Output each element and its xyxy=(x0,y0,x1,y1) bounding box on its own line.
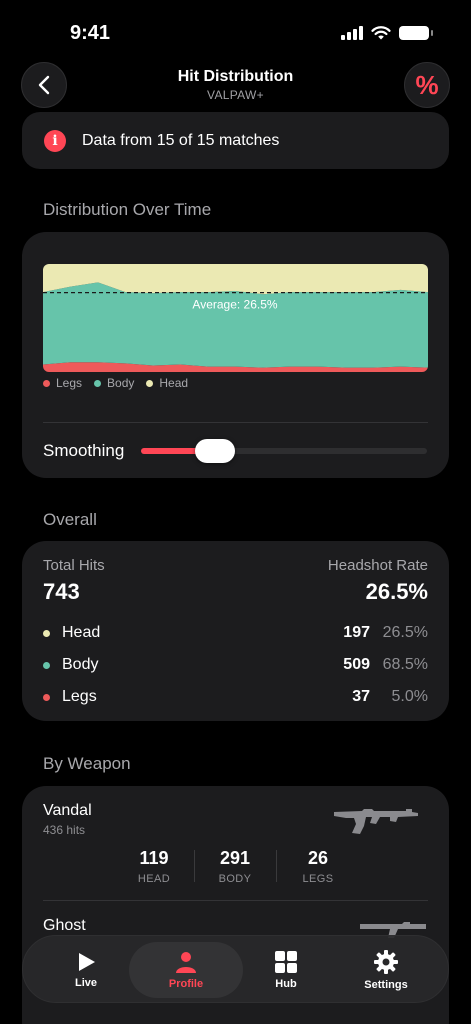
legend-label: Legs xyxy=(56,376,83,390)
body-dot xyxy=(94,379,102,387)
tab-bar: Live Profile Hub Settings xyxy=(22,935,449,1003)
legs-dot xyxy=(43,693,50,701)
headshot-rate-label: Headshot Rate xyxy=(327,557,428,574)
weapon-name-ghost: Ghost xyxy=(43,917,86,934)
legend-label: Head xyxy=(159,376,189,390)
wifi-icon xyxy=(371,26,391,40)
overall-row-head: Head 197 26.5% xyxy=(43,621,428,645)
tab-settings[interactable]: Settings xyxy=(343,942,429,998)
weapon-stat-legs: 26 LEGS xyxy=(278,848,358,885)
area-body xyxy=(43,282,428,368)
legs-dot xyxy=(43,379,50,387)
page-title: Hit Distribution xyxy=(177,68,294,85)
row-label: Head xyxy=(62,624,101,641)
overall-row-body: Body 509 68.5% xyxy=(43,653,428,677)
battery-icon xyxy=(399,26,433,40)
row-count: 37 xyxy=(352,688,370,705)
by-weapon-section-title: By Weapon xyxy=(43,754,131,773)
smoothing-slider-thumb[interactable] xyxy=(195,439,236,463)
legend-item-head: Head xyxy=(146,376,188,390)
weapon-name-vandal: Vandal xyxy=(43,802,92,819)
total-hits-label: Total Hits xyxy=(43,557,105,574)
gear-icon xyxy=(374,950,398,974)
info-banner: i Data from 15 of 15 matches xyxy=(22,112,449,169)
headshot-rate-value: 26.5% xyxy=(365,579,428,604)
overall-section-title: Overall xyxy=(43,510,97,529)
status-time: 9:41 xyxy=(70,22,111,44)
status-bar: 9:41 xyxy=(0,0,471,60)
divider xyxy=(43,900,428,901)
stat-value: 26 xyxy=(307,848,329,868)
distribution-chart: Average: 26.5% xyxy=(43,264,428,372)
row-percent: 68.5% xyxy=(382,656,428,673)
row-label: Body xyxy=(62,656,99,673)
tab-label: Hub xyxy=(275,978,297,990)
tab-label: Settings xyxy=(364,979,408,991)
head-dot xyxy=(43,629,50,637)
legend-item-body: Body xyxy=(94,376,134,390)
play-icon xyxy=(79,953,95,971)
tab-profile[interactable]: Profile xyxy=(129,942,243,998)
row-label: Legs xyxy=(62,688,97,705)
tab-live[interactable]: Live xyxy=(43,942,129,998)
weapon-stat-head: 119 HEAD xyxy=(114,848,194,885)
divider xyxy=(43,422,428,423)
smoothing-slider[interactable] xyxy=(141,439,427,463)
row-percent: 5.0% xyxy=(391,688,428,705)
percent-toggle-button[interactable]: % xyxy=(404,62,450,108)
average-label: Average: 26.5% xyxy=(192,298,278,312)
status-icons xyxy=(341,26,433,40)
tab-label: Profile xyxy=(168,978,204,990)
cellular-signal-icon xyxy=(341,26,363,40)
page-subtitle: VALPAW+ xyxy=(207,88,264,102)
row-count: 509 xyxy=(343,656,370,673)
nav-bar: Hit Distribution VALPAW+ % xyxy=(0,62,471,110)
legend-label: Body xyxy=(107,376,135,390)
stat-separator xyxy=(276,850,277,882)
legend-item-legs: Legs xyxy=(43,376,82,390)
total-hits-value: 743 xyxy=(43,579,80,604)
overall-card: Total Hits 743 Headshot Rate 26.5% Head … xyxy=(22,541,449,721)
head-dot xyxy=(146,379,154,387)
distribution-chart-card: Average: 26.5% Legs Body Head Smoothing xyxy=(22,232,449,478)
stat-label: LEGS xyxy=(302,873,334,885)
overall-row-legs: Legs 37 5.0% xyxy=(43,685,428,709)
weapon-hits-vandal: 436 hits xyxy=(43,823,86,837)
rifle-icon xyxy=(334,809,418,834)
distribution-section-title: Distribution Over Time xyxy=(43,200,212,219)
stat-value: 291 xyxy=(219,848,251,868)
stat-label: HEAD xyxy=(137,873,171,885)
tab-label: Live xyxy=(74,977,97,989)
percent-icon: % xyxy=(415,69,439,100)
stat-label: BODY xyxy=(218,873,252,885)
row-percent: 26.5% xyxy=(382,624,428,641)
body-dot xyxy=(43,661,50,669)
info-icon: i xyxy=(44,129,66,152)
smoothing-label: Smoothing xyxy=(43,441,125,460)
row-count: 197 xyxy=(343,624,370,641)
stat-value: 119 xyxy=(139,848,169,868)
tab-hub[interactable]: Hub xyxy=(243,942,329,998)
person-icon xyxy=(176,952,196,973)
weapon-stat-body: 291 BODY xyxy=(195,848,275,885)
grid-icon xyxy=(275,951,297,973)
banner-text: Data from 15 of 15 matches xyxy=(82,131,280,149)
chart-legend: Legs Body Head xyxy=(43,376,188,390)
